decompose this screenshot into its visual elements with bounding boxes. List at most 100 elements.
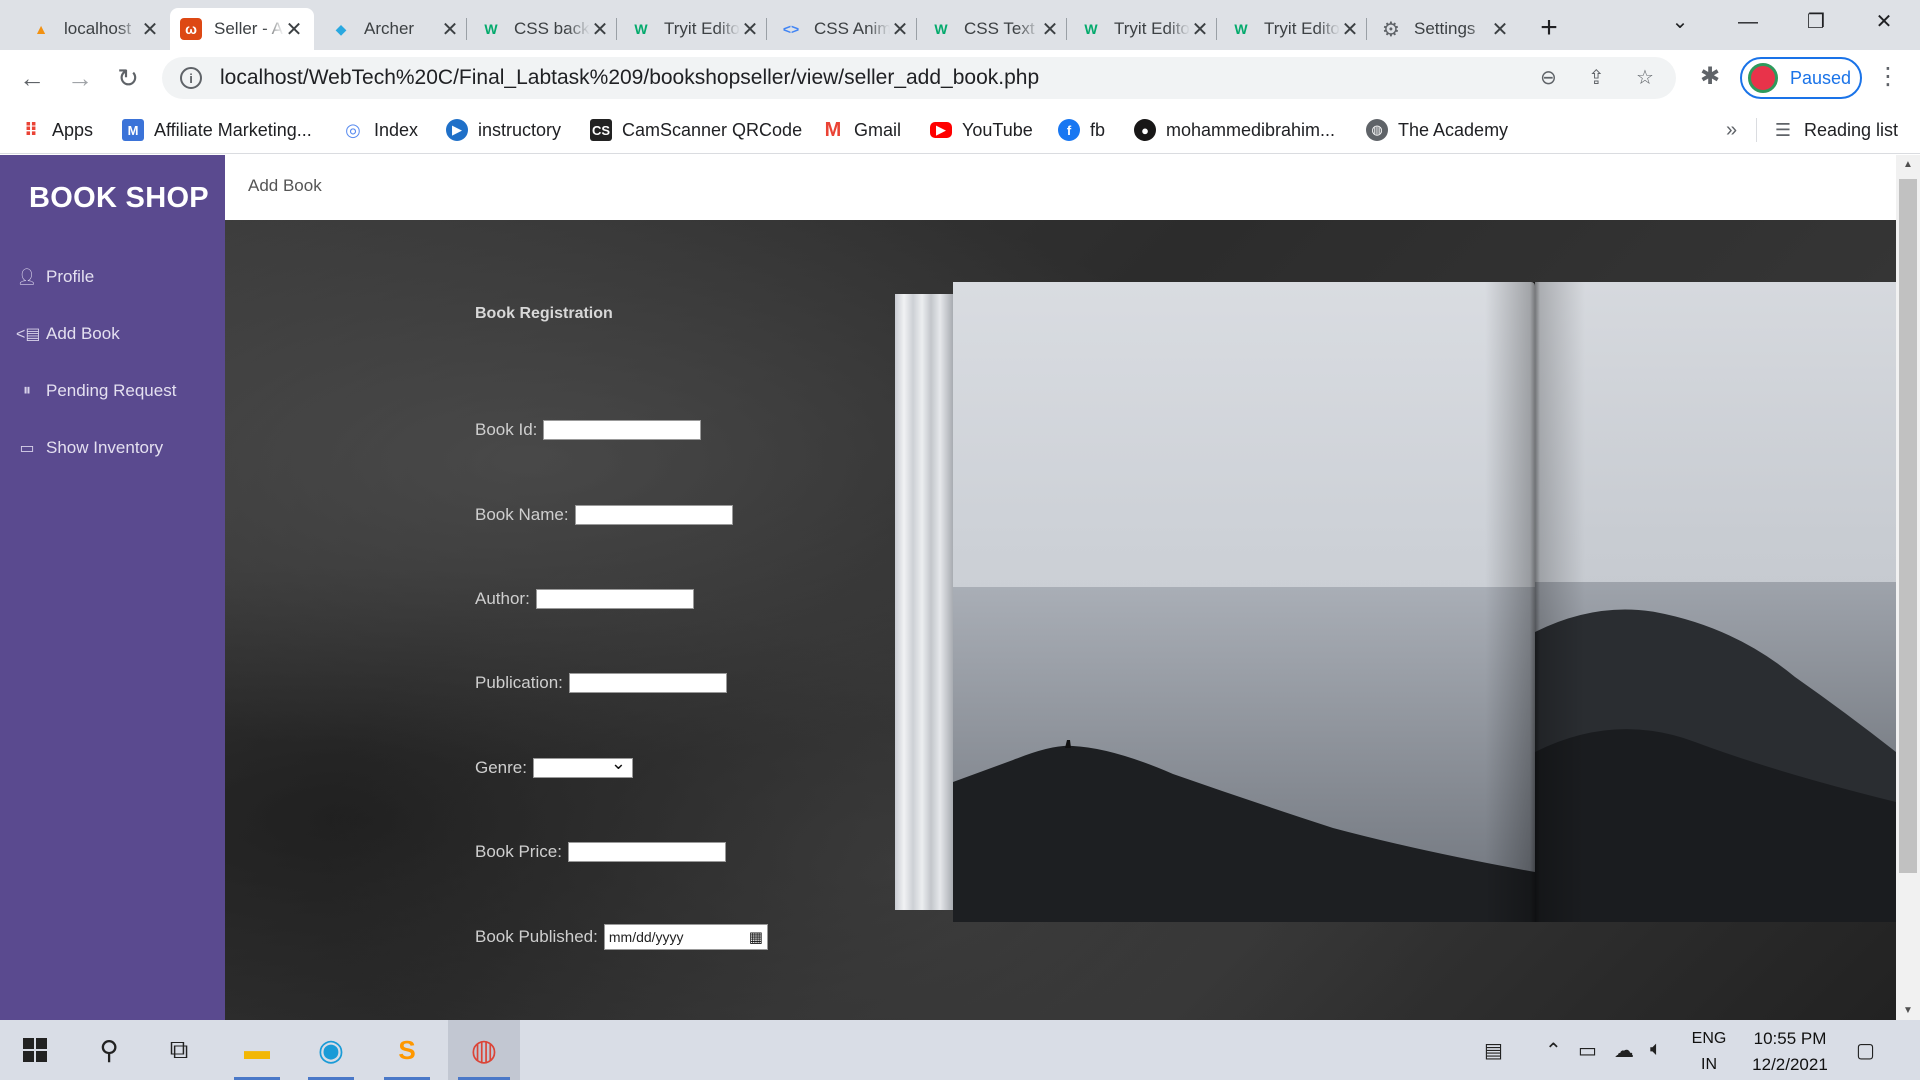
w3schools-icon: W <box>484 21 498 37</box>
back-button[interactable]: ← <box>14 60 50 96</box>
close-tab-icon[interactable]: ✕ <box>284 17 304 42</box>
tab-tryit-2[interactable]: W Tryit Editor ✕ <box>1070 8 1220 50</box>
sidebar-item-profile[interactable]: 👤︎ Profile <box>16 267 94 287</box>
close-tab-icon[interactable]: ✕ <box>1040 17 1060 42</box>
zoom-icon[interactable]: ⊖ <box>1540 65 1557 90</box>
bookmark-label: Apps <box>52 119 94 140</box>
page-viewport: BOOK SHOP 👤︎ Profile <▤ Add Book ⏸ Pendi… <box>0 155 1896 1020</box>
tab-localhost[interactable]: ▲ localhost ✕ <box>20 8 170 50</box>
scrollbar-thumb[interactable] <box>1899 179 1917 873</box>
bookmark-star-icon[interactable]: ☆ <box>1636 65 1654 90</box>
tab-tryit-1[interactable]: W Tryit Editor ✕ <box>620 8 770 50</box>
book-price-input[interactable] <box>567 842 726 862</box>
brand-logo[interactable]: BOOK SHOP <box>29 182 209 215</box>
tab-search-icon[interactable]: ⌄ <box>1646 0 1714 44</box>
onedrive-cloud-icon[interactable]: ☁ <box>1614 1038 1634 1063</box>
tab-css-animations[interactable]: <> CSS Animations ✕ <box>770 8 920 50</box>
form-row-book-published: Book Published: mm/dd/yyyy ▦ <box>475 924 768 950</box>
bookmark-affiliate[interactable]: M Affiliate Marketing... <box>122 116 312 144</box>
tab-seller[interactable]: ω Seller - Add Book ✕ <box>170 8 314 50</box>
close-tab-icon[interactable]: ✕ <box>1490 17 1510 42</box>
site-info-icon[interactable]: i <box>180 67 202 89</box>
form-row-publication: Publication: <box>475 673 727 693</box>
m-logo-icon: M <box>122 119 144 141</box>
calendar-icon[interactable]: ▦ <box>749 928 763 946</box>
news-widget-icon[interactable]: ▤ <box>1484 1038 1503 1063</box>
close-tab-icon[interactable]: ✕ <box>740 17 760 42</box>
browser-tab-strip: ▲ localhost ✕ ω Seller - Add Book ✕ ◆ Ar… <box>0 0 1920 50</box>
edge-browser-icon[interactable]: ◉ <box>300 1020 362 1080</box>
tab-tryit-3[interactable]: W Tryit Editor ✕ <box>1220 8 1370 50</box>
profile-button[interactable]: Paused <box>1740 57 1862 99</box>
page-scrollbar[interactable]: ▲ ▼ <box>1896 155 1920 1020</box>
reading-list-button[interactable]: ☰ Reading list <box>1772 116 1898 144</box>
genre-select[interactable] <box>532 753 633 778</box>
tab-separator <box>466 18 467 40</box>
forward-button[interactable]: → <box>62 60 98 96</box>
pause-circle-icon: ⏸ <box>22 382 31 399</box>
bookmark-github[interactable]: ● mohammedibrahim... <box>1134 116 1335 144</box>
bookmark-instructory[interactable]: ▶ instructory <box>446 116 561 144</box>
sidebar-item-show-inventory[interactable]: ▭ Show Inventory <box>16 438 163 458</box>
field-label: Genre: <box>475 758 527 777</box>
bookmark-fb[interactable]: f fb <box>1058 116 1105 144</box>
tab-archer[interactable]: ◆ Archer ✕ <box>320 8 470 50</box>
system-clock[interactable]: 10:55 PM 12/2/2021 <box>1740 1026 1840 1078</box>
book-left-page <box>953 282 1535 922</box>
reload-button[interactable]: ↻ <box>110 60 146 96</box>
menu-kebab-icon[interactable]: ⋮ <box>1876 62 1900 91</box>
bookmark-youtube[interactable]: ▶ YouTube <box>930 116 1033 144</box>
book-id-input[interactable] <box>543 420 702 440</box>
codeigniter-icon: ω <box>180 18 202 40</box>
tab-css-background[interactable]: W CSS background ✕ <box>470 8 620 50</box>
new-tab-button[interactable]: + <box>1532 12 1566 46</box>
bookmark-apps[interactable]: ⠿ Apps <box>20 116 93 144</box>
close-tab-icon[interactable]: ✕ <box>140 17 160 42</box>
close-tab-icon[interactable]: ✕ <box>890 17 910 42</box>
book-published-date-input[interactable]: mm/dd/yyyy ▦ <box>603 924 768 950</box>
address-bar[interactable]: i localhost/WebTech%20C/Final_Labtask%20… <box>162 57 1676 99</box>
chrome-icon[interactable]: ◍ <box>448 1020 520 1080</box>
publication-input[interactable] <box>568 673 727 693</box>
url-text[interactable]: localhost/WebTech%20C/Final_Labtask%209/… <box>220 66 1039 90</box>
tab-separator <box>916 18 917 40</box>
restore-button[interactable]: ❐ <box>1782 0 1850 44</box>
show-hidden-icons-chevron[interactable]: ⌃ <box>1545 1038 1562 1063</box>
close-tab-icon[interactable]: ✕ <box>1340 17 1360 42</box>
book-name-input[interactable] <box>574 505 733 525</box>
scroll-down-arrow[interactable]: ▼ <box>1896 1005 1920 1016</box>
battery-icon[interactable]: ▭ <box>1578 1038 1597 1063</box>
bookmark-gmail[interactable]: M Gmail <box>822 116 901 144</box>
language-indicator[interactable]: ENG IN <box>1684 1026 1734 1078</box>
date-placeholder: mm/dd/yyyy <box>608 929 684 945</box>
bookmark-academy[interactable]: ◍ The Academy <box>1366 116 1508 144</box>
task-view-icon[interactable]: ⧉ <box>148 1020 210 1080</box>
more-bookmarks-icon[interactable]: » <box>1726 116 1737 144</box>
share-icon[interactable]: ⇪ <box>1588 65 1605 90</box>
tab-settings[interactable]: ⚙ Settings ✕ <box>1370 8 1520 50</box>
close-window-button[interactable]: ✕ <box>1850 0 1918 44</box>
sidebar-item-label: Show Inventory <box>46 438 164 457</box>
bookmark-camscanner[interactable]: CS CamScanner QRCode <box>590 116 802 144</box>
bookmark-index[interactable]: ◎ Index <box>342 116 418 144</box>
form-row-genre: Genre: <box>475 753 633 778</box>
minimize-button[interactable]: — <box>1714 0 1782 44</box>
language-code: ENG <box>1691 1030 1727 1047</box>
scroll-up-arrow[interactable]: ▲ <box>1896 159 1920 170</box>
sublime-text-icon[interactable]: S <box>376 1020 438 1080</box>
bookmarks-divider <box>1756 118 1757 142</box>
file-explorer-icon[interactable]: ▬ <box>226 1020 288 1080</box>
close-tab-icon[interactable]: ✕ <box>1190 17 1210 42</box>
search-icon[interactable]: ⚲ <box>78 1020 140 1080</box>
close-tab-icon[interactable]: ✕ <box>590 17 610 42</box>
volume-icon[interactable]: 🔈︎ <box>1650 1038 1662 1061</box>
notifications-icon[interactable]: ▢ <box>1856 1038 1875 1063</box>
author-input[interactable] <box>535 589 694 609</box>
extensions-puzzle-icon[interactable]: ✱ <box>1700 62 1720 91</box>
page-header-bar: Add Book <box>225 155 1896 220</box>
sidebar-item-pending-request[interactable]: ⏸ Pending Request <box>16 381 176 401</box>
close-tab-icon[interactable]: ✕ <box>440 17 460 42</box>
sidebar-item-add-book[interactable]: <▤ Add Book <box>16 324 120 344</box>
tab-css-text[interactable]: W CSS Text ✕ <box>920 8 1070 50</box>
start-windows-icon[interactable] <box>4 1020 66 1080</box>
